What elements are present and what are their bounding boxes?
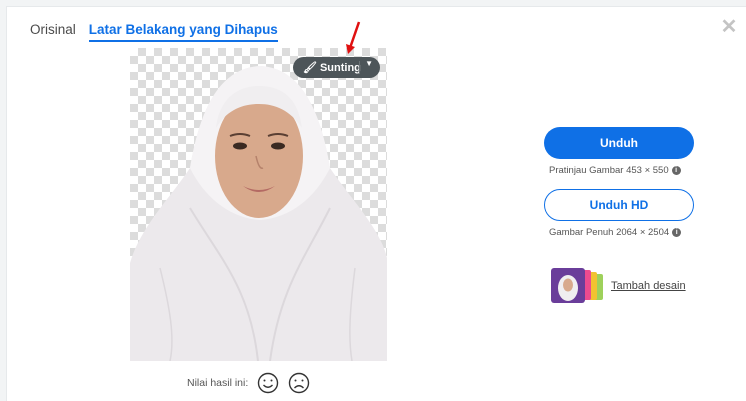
edit-divider	[359, 61, 360, 74]
rating-bar: Nilai hasil ini:	[187, 372, 310, 394]
chevron-down-icon[interactable]: ▼	[365, 59, 373, 68]
design-thumbnail-icon[interactable]	[549, 268, 605, 304]
full-size-text: Gambar Penuh 2064 × 2504	[549, 227, 670, 238]
smile-icon[interactable]	[257, 372, 279, 394]
preview-size-info: Pratinjau Gambar 453 × 550 i	[549, 165, 681, 176]
rating-label: Nilai hasil ini:	[187, 377, 249, 389]
edit-label: Sunting	[319, 61, 361, 74]
add-design: Tambah desain	[549, 268, 686, 304]
tab-background-removed[interactable]: Latar Belakang yang Dihapus	[88, 22, 278, 42]
tab-bar: Orisinal Latar Belakang yang Dihapus	[30, 22, 278, 42]
add-design-link[interactable]: Tambah desain	[611, 280, 686, 292]
result-photo	[130, 48, 387, 361]
close-icon[interactable]: ✕	[720, 17, 738, 37]
tab-original[interactable]: Orisinal	[30, 22, 76, 42]
frown-icon[interactable]	[288, 372, 310, 394]
full-size-info: Gambar Penuh 2064 × 2504 i	[549, 227, 682, 238]
edit-button[interactable]: 🖌 Sunting ▼	[293, 57, 380, 78]
brush-icon: 🖌	[303, 62, 317, 74]
portrait-image	[130, 66, 387, 361]
info-icon[interactable]: i	[671, 166, 681, 175]
preview-size-text: Pratinjau Gambar 453 × 550	[549, 165, 669, 176]
download-button[interactable]: Unduh	[544, 127, 694, 159]
info-icon[interactable]: i	[672, 228, 682, 237]
download-hd-button[interactable]: Unduh HD	[544, 189, 694, 221]
red-arrow-annotation	[346, 21, 361, 54]
